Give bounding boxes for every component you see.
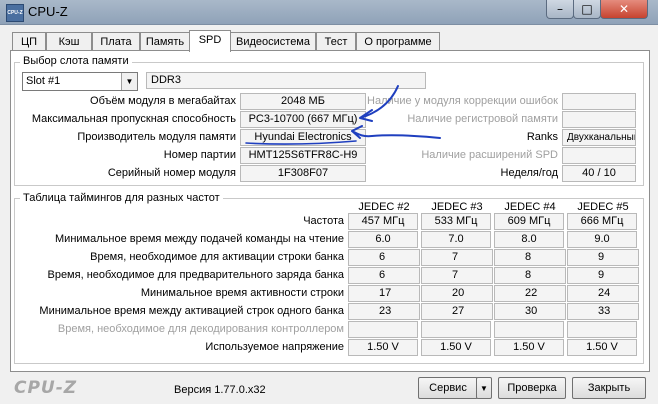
- timing-cell: 24: [567, 285, 639, 302]
- service-button[interactable]: Сервис: [418, 377, 478, 399]
- ecc-value: [562, 93, 636, 110]
- timing-row-label: Минимальное время между активацией строк…: [39, 305, 344, 317]
- timing-row-label: Время, необходимое для предварительного …: [47, 269, 344, 281]
- part-number-label: Номер партии: [163, 149, 236, 161]
- timing-cell: 8: [494, 267, 566, 284]
- manufacturer-value: Hyundai Electronics: [240, 129, 366, 146]
- close-window-button[interactable]: ✕: [600, 0, 648, 19]
- timing-cell: 1.50 V: [348, 339, 418, 356]
- validate-button[interactable]: Проверка: [498, 377, 566, 399]
- window-title: CPU-Z: [28, 4, 68, 19]
- jedec-4-header: JEDEC #4: [504, 201, 556, 213]
- service-dropdown-button[interactable]: ▼: [476, 377, 492, 399]
- timing-cell: 22: [494, 285, 566, 302]
- timing-row-label: Используемое напряжение: [205, 341, 344, 353]
- tab-mainboard[interactable]: Плата: [92, 32, 140, 51]
- slot-group-label: Выбор слота памяти: [20, 55, 132, 67]
- manufacturer-label: Производитель модуля памяти: [77, 131, 236, 143]
- timing-row-label: Минимальное время активности строки: [140, 287, 344, 299]
- timing-cell: 9: [567, 267, 639, 284]
- timing-cell: 30: [494, 303, 566, 320]
- timing-cell: 1.50 V: [494, 339, 564, 356]
- timing-cell: 17: [348, 285, 420, 302]
- maximize-button[interactable]: □: [573, 0, 601, 19]
- jedec-2-header: JEDEC #2: [358, 201, 410, 213]
- chevron-down-icon[interactable]: ▼: [121, 73, 137, 90]
- ecc-label: Наличие у модуля коррекции ошибок: [367, 95, 558, 107]
- timing-cell: 9: [567, 249, 639, 266]
- timing-cell: 1.50 V: [421, 339, 491, 356]
- timing-cell: 533 МГц: [421, 213, 491, 230]
- jedec-3-header: JEDEC #3: [431, 201, 483, 213]
- cpuz-app-icon: CPU-Z: [6, 4, 24, 22]
- registered-value: [562, 111, 636, 128]
- timing-row-label: Время, необходимое для активации строки …: [90, 251, 344, 263]
- timing-cell: [494, 321, 564, 338]
- ranks-label: Ranks: [526, 131, 558, 143]
- tab-about[interactable]: О программе: [356, 32, 440, 51]
- minimize-button[interactable]: –: [546, 0, 574, 19]
- tab-memory[interactable]: Память: [140, 32, 190, 51]
- timings-group-label: Таблица таймингов для разных частот: [20, 192, 223, 204]
- timing-cell: 6: [348, 249, 420, 266]
- timing-cell: [421, 321, 491, 338]
- timing-cell: 8.0: [494, 231, 564, 248]
- title-bar[interactable]: CPU-Z CPU-Z – □ ✕: [0, 0, 658, 25]
- week-year-label: Неделя/год: [500, 167, 559, 179]
- max-bandwidth-label: Максимальная пропускная способность: [31, 113, 236, 125]
- triangle-down-icon: ▼: [480, 384, 488, 393]
- serial-number-value: 1F308F07: [240, 165, 366, 182]
- week-year-value: 40 / 10: [562, 165, 636, 182]
- spd-ext-value: [562, 147, 636, 164]
- timing-cell: 7: [421, 267, 493, 284]
- timing-cell: [567, 321, 637, 338]
- timing-row-label: Минимальное время между подачей команды …: [55, 233, 344, 245]
- jedec-5-header: JEDEC #5: [577, 201, 629, 213]
- registered-label: Наличие регистровой памяти: [407, 113, 558, 125]
- tab-graphics[interactable]: Видеосистема: [230, 32, 316, 51]
- timing-cell: 9.0: [567, 231, 637, 248]
- cpuz-logo: CPU-Z: [14, 378, 78, 398]
- ranks-value: Двухканальный: [562, 129, 636, 146]
- memory-type-value: DDR3: [146, 72, 426, 89]
- timing-cell: 666 МГц: [567, 213, 637, 230]
- timing-cell: 7: [421, 249, 493, 266]
- serial-number-label: Серийный номер модуля: [107, 167, 236, 179]
- close-button[interactable]: Закрыть: [572, 377, 646, 399]
- module-size-label: Объём модуля в мегабайтах: [90, 95, 236, 107]
- version-text: Версия 1.77.0.x32: [174, 384, 266, 396]
- timing-cell: 27: [421, 303, 493, 320]
- tab-cpu[interactable]: ЦП: [12, 32, 46, 51]
- tab-bench[interactable]: Тест: [316, 32, 356, 51]
- tab-spd[interactable]: SPD: [189, 30, 231, 52]
- timing-cell: 23: [348, 303, 420, 320]
- tab-cache[interactable]: Кэш: [46, 32, 92, 51]
- timing-row-label: Время, необходимое для декодирования кон…: [57, 323, 344, 335]
- timing-cell: 33: [567, 303, 639, 320]
- timing-cell: 7.0: [421, 231, 491, 248]
- timing-cell: 6: [348, 267, 420, 284]
- timing-cell: 609 МГц: [494, 213, 564, 230]
- timing-cell: 8: [494, 249, 566, 266]
- timing-cell: [348, 321, 418, 338]
- timing-cell: 6.0: [348, 231, 418, 248]
- slot-select-value: Slot #1: [26, 75, 61, 87]
- timing-cell: 20: [421, 285, 493, 302]
- timing-row-label: Частота: [303, 215, 344, 227]
- slot-select[interactable]: Slot #1 ▼: [22, 72, 138, 91]
- timing-cell: 457 МГц: [348, 213, 418, 230]
- timing-cell: 1.50 V: [567, 339, 637, 356]
- spd-ext-label: Наличие расширений SPD: [421, 149, 558, 161]
